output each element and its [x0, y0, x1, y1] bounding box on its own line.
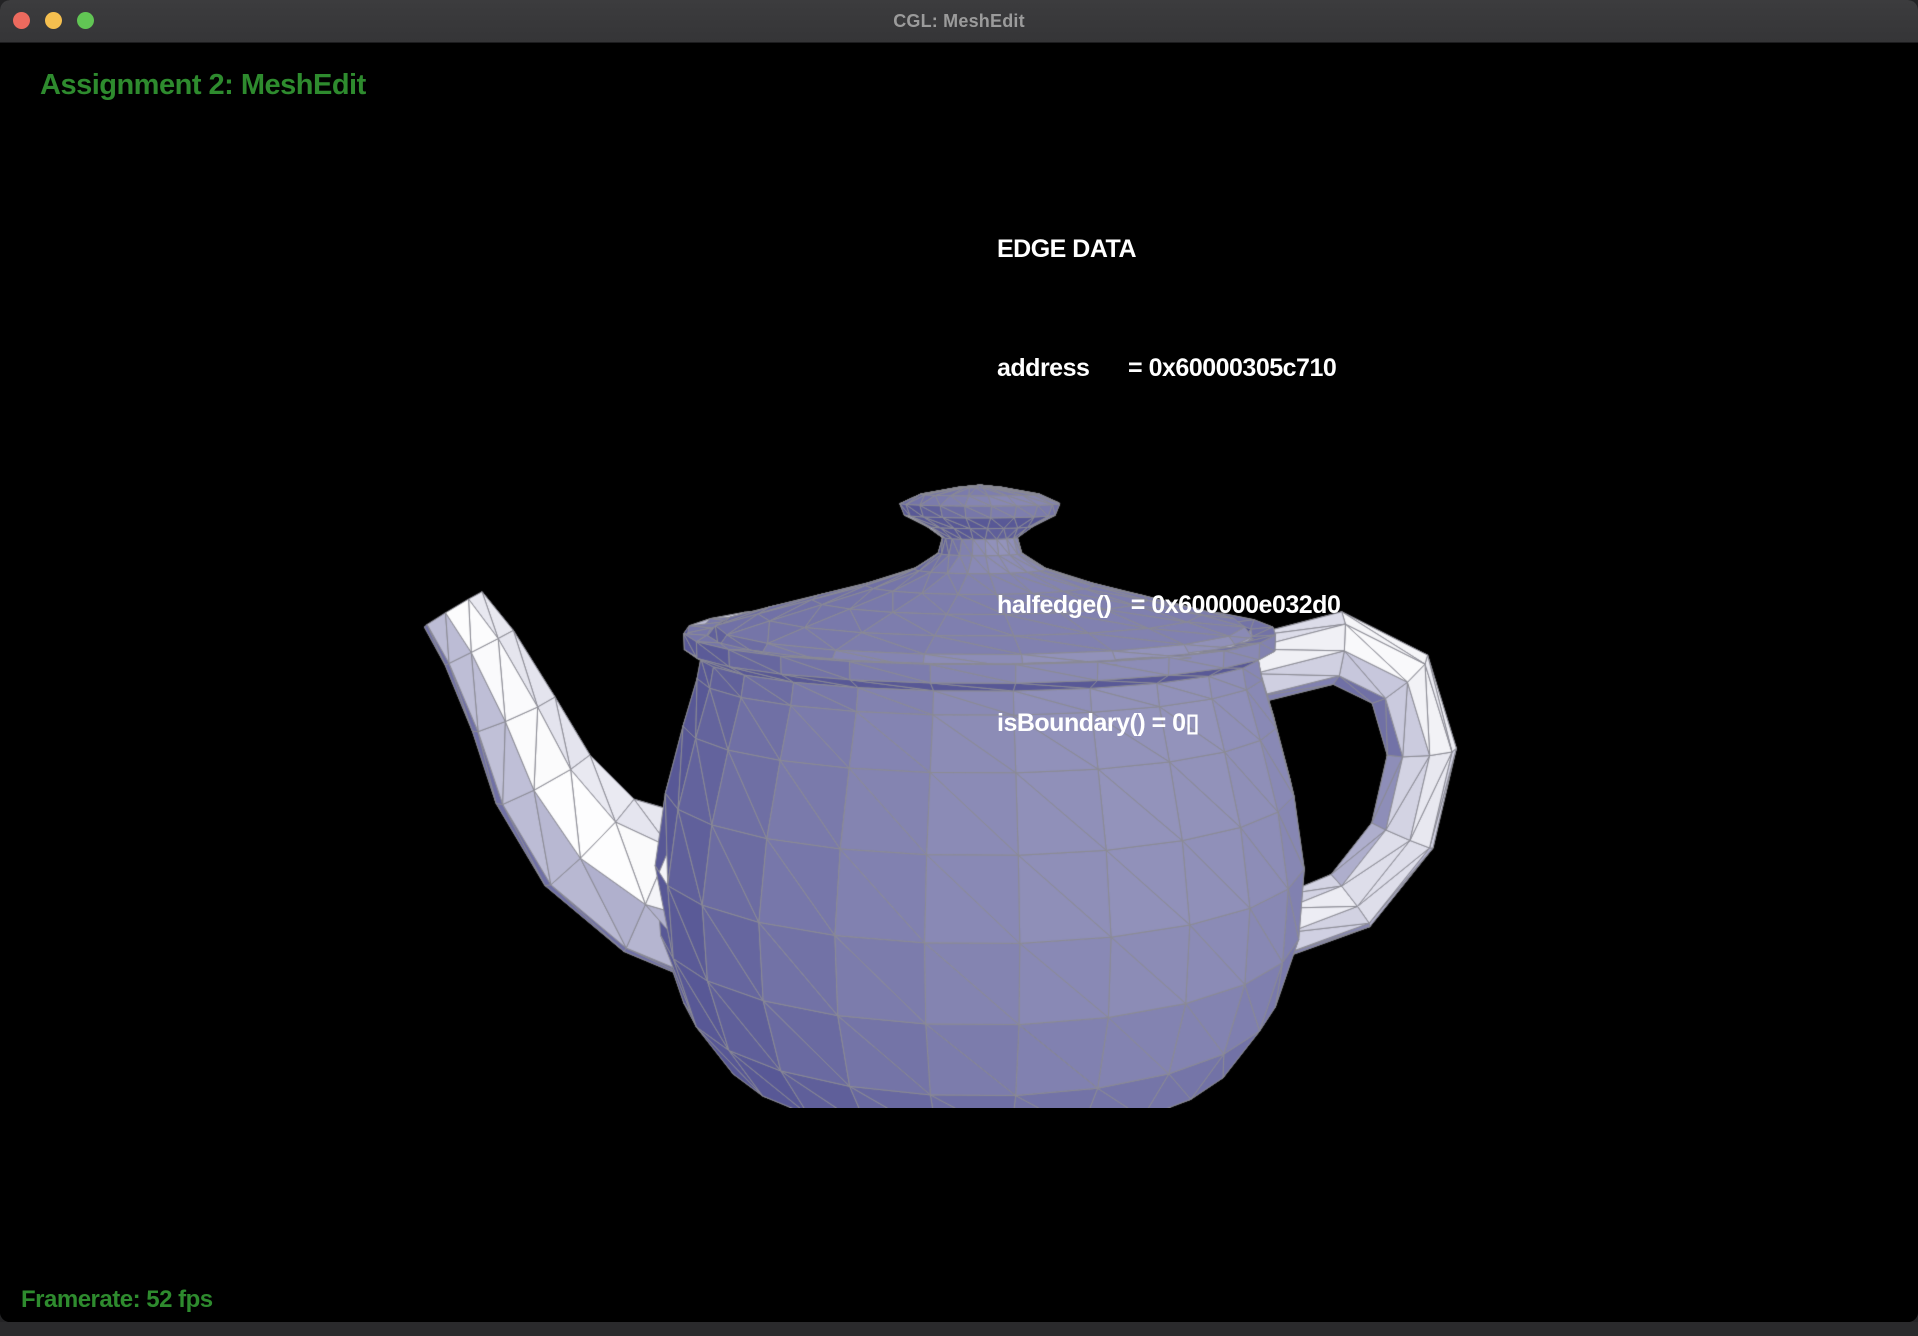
framerate-label: Framerate: 52 fps: [21, 1286, 213, 1314]
hud-line-halfedge: halfedge() = 0x600000e032d0: [997, 586, 1340, 626]
desktop-background-strip: [0, 1322, 1918, 1336]
hud-line-isboundary: isBoundary() = 0▯: [997, 704, 1340, 744]
hud-line-title: EDGE DATA: [997, 230, 1340, 270]
app-window: CGL: MeshEdit Assignment 2: MeshEdit EDG…: [0, 0, 1918, 1322]
assignment-heading: Assignment 2: MeshEdit: [40, 69, 366, 102]
edge-data-hud: EDGE DATA address = 0x60000305c710 halfe…: [997, 151, 1340, 823]
gl-viewport[interactable]: Assignment 2: MeshEdit EDGE DATA address…: [0, 43, 1918, 1322]
window-title: CGL: MeshEdit: [0, 0, 1918, 42]
hud-line-spacer: [997, 467, 1340, 507]
hud-line-address: address = 0x60000305c710: [997, 349, 1340, 389]
window-titlebar[interactable]: CGL: MeshEdit: [0, 0, 1918, 43]
